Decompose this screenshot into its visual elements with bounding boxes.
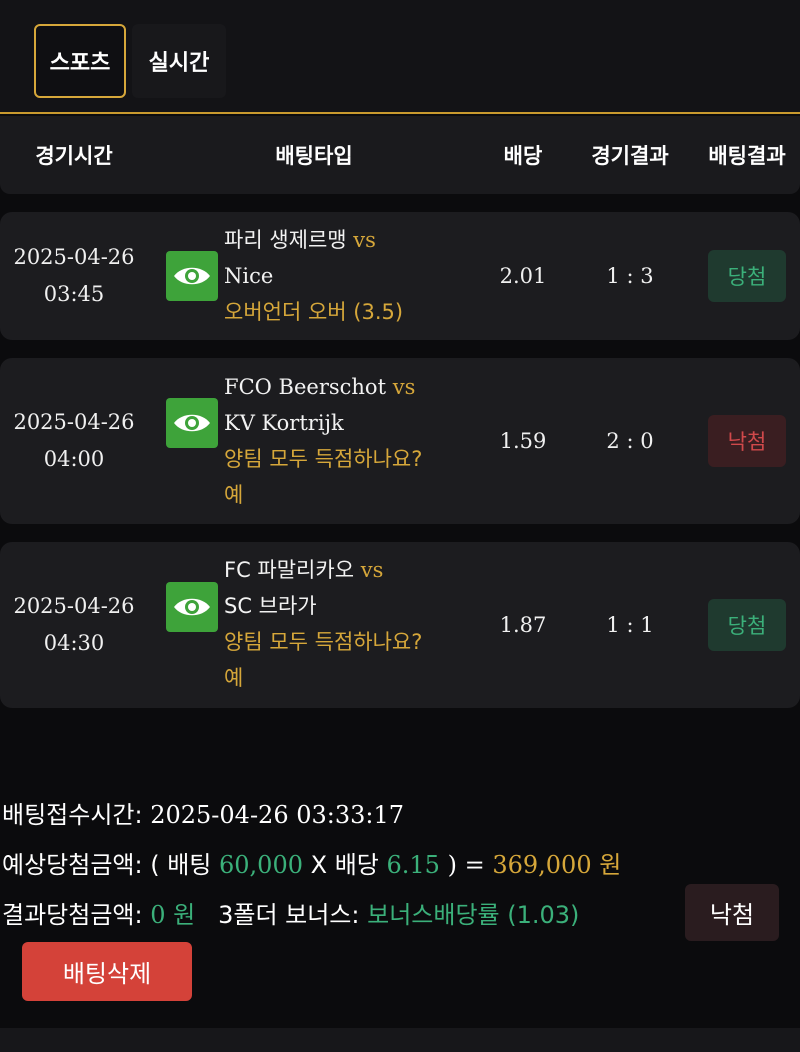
accept-time-value: 2025-04-26 03:33:17	[150, 801, 405, 829]
tab-sports[interactable]: 스포츠	[34, 24, 126, 98]
odds-value: 2.01	[499, 264, 547, 288]
game-time: 2025-04-26 03:45	[0, 212, 148, 340]
view-bet-button[interactable]	[166, 398, 218, 448]
game-time: 2025-04-26 04:30	[0, 542, 148, 708]
away-team: Nice	[224, 264, 274, 288]
result-label: 결과당첨금액:	[2, 901, 143, 929]
result-badge-win: 당첨	[708, 250, 786, 302]
header-game-result: 경기결과	[591, 144, 669, 168]
game-date: 2025-04-26	[13, 410, 135, 434]
result-win-line: 결과당첨금액: 0 원 3폴더 보너스: 보너스배당률 (1.03)	[2, 895, 579, 930]
game-clock: 04:30	[43, 631, 105, 655]
result-amount: 0 원	[150, 901, 196, 929]
away-team: KV Kortrijk	[224, 411, 344, 435]
view-bet-button[interactable]	[166, 251, 218, 301]
expected-open: ( 배팅	[150, 851, 212, 879]
tab-live[interactable]: 실시간	[132, 24, 226, 98]
game-score: 1 : 1	[606, 613, 654, 637]
header-odds: 배당	[503, 144, 543, 168]
vs-label: vs	[353, 228, 376, 252]
eye-icon	[174, 267, 210, 285]
game-time: 2025-04-26 04:00	[0, 358, 148, 524]
game-score: 1 : 3	[606, 264, 654, 288]
game-score: 2 : 0	[606, 429, 654, 453]
result-badge-win: 당첨	[708, 599, 786, 651]
bet-info: FCO Beerschot vs KV Kortrijk 양팀 모두 득점하나요…	[224, 369, 474, 513]
bet-pick: 오버언더 오버 (3.5)	[224, 300, 404, 324]
eye-icon	[174, 598, 210, 616]
bet-pick-answer: 예	[224, 666, 244, 690]
bet-amount: 60,000	[219, 851, 303, 879]
close-eq: ) =	[447, 851, 485, 879]
odds-value: 1.87	[499, 613, 547, 637]
away-team: SC 브라가	[224, 594, 317, 618]
eye-icon	[174, 414, 210, 432]
accept-time-label: 배팅접수시간:	[2, 801, 143, 829]
result-badge-lose: 낙첨	[708, 415, 786, 467]
bottom-bar	[0, 1028, 800, 1052]
header-game-time: 경기시간	[35, 144, 113, 168]
expected-label: 예상당첨금액:	[2, 851, 143, 879]
times-odds-label: X 배당	[310, 851, 379, 879]
odds-value: 1.59	[499, 429, 547, 453]
game-clock: 03:45	[43, 282, 105, 306]
delete-bet-button[interactable]: 배팅삭제	[22, 942, 192, 1001]
expected-amount: 369,000 원	[492, 851, 622, 879]
expected-win-line: 예상당첨금액: ( 배팅 60,000 X 배당 6.15 ) = 369,00…	[2, 845, 621, 880]
header-bet-result: 배팅결과	[708, 144, 786, 168]
home-team: FCO Beerschot	[224, 375, 387, 399]
accept-time-line: 배팅접수시간: 2025-04-26 03:33:17	[2, 795, 404, 830]
bet-pick-answer: 예	[224, 483, 244, 507]
bonus-value: 보너스배당률 (1.03)	[367, 901, 580, 929]
game-date: 2025-04-26	[13, 245, 135, 269]
bonus-label: 3폴더 보너스:	[218, 901, 360, 929]
bet-pick: 양팀 모두 득점하나요?	[224, 447, 423, 471]
view-bet-button[interactable]	[166, 582, 218, 632]
header-bet-type: 배팅타입	[275, 144, 353, 168]
game-date: 2025-04-26	[13, 594, 135, 618]
bet-info: 파리 생제르맹 vs Nice 오버언더 오버 (3.5)	[224, 222, 474, 330]
home-team: 파리 생제르맹	[224, 228, 347, 252]
total-odds: 6.15	[386, 851, 440, 879]
vs-label: vs	[392, 375, 416, 399]
table-row: 2025-04-26 04:30 FC 파말리카오 vs SC 브라가 양팀 모…	[0, 542, 800, 708]
sport-tabs: 스포츠 실시간	[0, 0, 800, 114]
bet-info: FC 파말리카오 vs SC 브라가 양팀 모두 득점하나요? 예	[224, 552, 474, 696]
result-status-badge: 낙첨	[685, 884, 779, 941]
vs-label: vs	[360, 558, 384, 582]
game-clock: 04:00	[43, 447, 105, 471]
table-row: 2025-04-26 04:00 FCO Beerschot vs KV Kor…	[0, 358, 800, 524]
table-header: 경기시간 배팅타입 배당 경기결과 배팅결과	[0, 116, 800, 194]
home-team: FC 파말리카오	[224, 558, 355, 582]
bet-pick: 양팀 모두 득점하나요?	[224, 630, 423, 654]
table-row: 2025-04-26 03:45 파리 생제르맹 vs Nice 오버언더 오버…	[0, 212, 800, 340]
